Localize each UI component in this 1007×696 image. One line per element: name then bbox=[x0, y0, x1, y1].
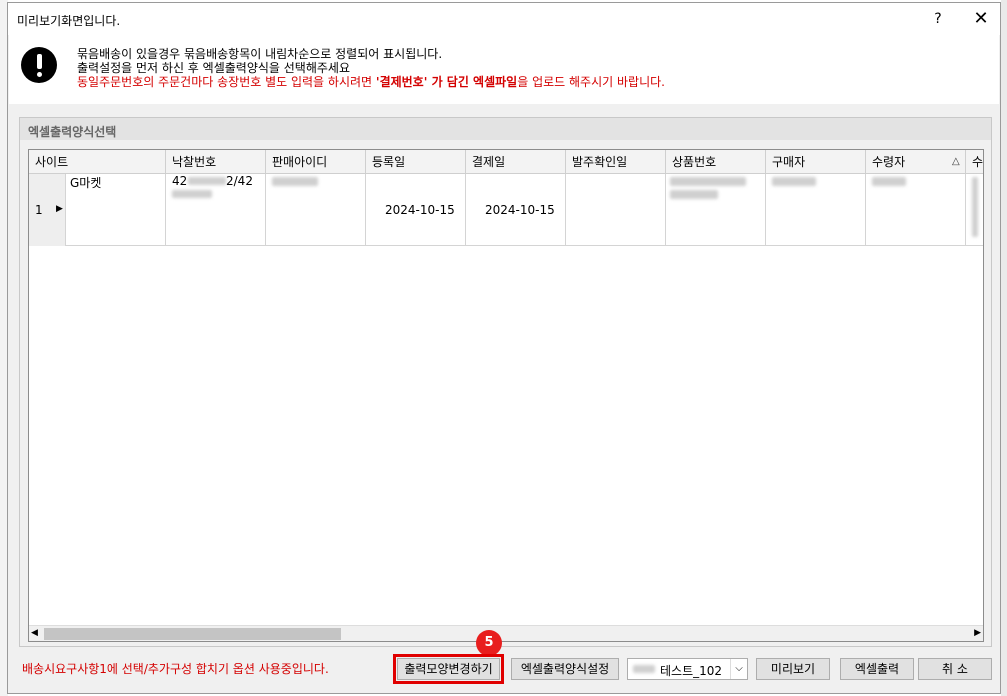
option-notice: 배송시요구사항1에 선택/추가구성 합치기 옵션 사용중입니다. bbox=[22, 662, 329, 676]
table-row[interactable]: 1 ▶ G마켓 42 2/42 2024-10-15 2024-10-15 bbox=[29, 174, 983, 246]
info-line-3: 동일주문번호의 주문건마다 송장번호 별도 입력을 하시려면 '결제번호' 가 … bbox=[77, 75, 665, 89]
preview-dialog: 미리보기화면입니다. ? ✕ 묶음배송이 있을경우 묶음배송항목이 내림차순으로… bbox=[7, 2, 1001, 694]
cell-seller-id[interactable] bbox=[266, 174, 366, 246]
excel-format-settings-button[interactable]: 엑셀출력양식설정 bbox=[511, 658, 619, 680]
cell-order-confirm-date[interactable] bbox=[566, 174, 666, 246]
chevron-down-icon[interactable]: ⌵ bbox=[730, 659, 747, 679]
redacted-seller-id bbox=[272, 177, 318, 186]
info-line-1: 묶음배송이 있을경우 묶음배송항목이 내림차순으로 정렬되어 표시됩니다. bbox=[77, 47, 443, 61]
template-select-value: 테스트_102 bbox=[660, 664, 723, 678]
row-index: 1 bbox=[35, 203, 43, 217]
info-line-3-text-a: 동일주문번호의 주문건마다 송장번호 별도 입력을 하시려면 bbox=[77, 75, 376, 89]
cell-site[interactable]: G마켓 bbox=[66, 174, 166, 246]
preview-button[interactable]: 미리보기 bbox=[756, 658, 830, 680]
cell-bid-number[interactable]: 42 2/42 bbox=[166, 174, 266, 246]
group-header: 엑셀출력양식선택 bbox=[20, 118, 991, 140]
cell-payment-date[interactable]: 2024-10-15 bbox=[466, 174, 566, 246]
group-title: 엑셀출력양식선택 bbox=[28, 125, 117, 139]
column-header-payment-date[interactable]: 결제일 bbox=[466, 150, 566, 174]
excel-format-group: 엑셀출력양식선택 사이트 낙찰번호 판매아이디 등록일 결제일 발주확인일 상품… bbox=[19, 117, 992, 647]
info-banner: 묶음배송이 있을경우 묶음배송항목이 내림차순으로 정렬되어 표시됩니다. 출력… bbox=[9, 35, 999, 104]
column-header-register-date[interactable]: 등록일 bbox=[366, 150, 466, 174]
order-grid[interactable]: 사이트 낙찰번호 판매아이디 등록일 결제일 발주확인일 상품번호 구매자 수령… bbox=[28, 149, 984, 642]
site-value: G마켓 bbox=[70, 176, 102, 190]
redacted-bid-number-line2 bbox=[172, 190, 212, 198]
close-button[interactable]: ✕ bbox=[966, 7, 996, 31]
redacted-product-number bbox=[670, 177, 746, 186]
redacted-more bbox=[972, 177, 978, 237]
bid-number-prefix: 42 bbox=[172, 174, 188, 188]
redacted-template-prefix bbox=[633, 665, 655, 673]
exclamation-icon bbox=[21, 47, 57, 83]
scroll-right-icon[interactable]: ▶ bbox=[974, 628, 981, 638]
redacted-bid-number bbox=[188, 177, 226, 185]
column-header-product-number[interactable]: 상품번호 bbox=[666, 150, 766, 174]
current-row-arrow-icon: ▶ bbox=[56, 204, 63, 214]
cell-buyer[interactable] bbox=[766, 174, 866, 246]
cell-more[interactable] bbox=[966, 174, 983, 246]
change-output-format-button[interactable]: 출력모양변경하기 bbox=[393, 654, 504, 684]
cancel-button[interactable]: 취 소 bbox=[918, 658, 992, 680]
horizontal-scrollbar[interactable]: ◀ ▶ bbox=[29, 625, 983, 641]
info-text: 묶음배송이 있을경우 묶음배송항목이 내림차순으로 정렬되어 표시됩니다. 출력… bbox=[77, 47, 665, 89]
help-button[interactable]: ? bbox=[928, 9, 948, 29]
dialog-title: 미리보기화면입니다. bbox=[17, 14, 121, 28]
background-app-right-edge bbox=[1001, 0, 1007, 696]
row-header[interactable]: 1 ▶ bbox=[29, 174, 66, 246]
info-line-2: 출력설정을 먼저 하신 후 엑셀출력양식을 선택해주세요 bbox=[77, 61, 350, 75]
redacted-buyer bbox=[772, 177, 816, 186]
column-header-seller-id[interactable]: 판매아이디 bbox=[266, 150, 366, 174]
scroll-left-icon[interactable]: ◀ bbox=[31, 628, 38, 638]
cell-register-date[interactable]: 2024-10-15 bbox=[366, 174, 466, 246]
payment-date-value: 2024-10-15 bbox=[485, 203, 555, 217]
bid-number-suffix: 2/42 bbox=[226, 174, 253, 188]
sort-asc-icon: △ bbox=[952, 156, 960, 167]
column-header-bid-number[interactable]: 낙찰번호 bbox=[166, 150, 266, 174]
title-bar: 미리보기화면입니다. ? ✕ bbox=[8, 3, 1000, 35]
redacted-recipient bbox=[872, 177, 906, 186]
info-line-3-emphasis: '결제번호' 가 담긴 엑셀파일 bbox=[375, 75, 518, 89]
info-line-3-text-c: 을 업로드 해주시기 바랍니다. bbox=[517, 75, 665, 89]
column-header-site[interactable]: 사이트 bbox=[29, 150, 166, 174]
cell-recipient[interactable] bbox=[866, 174, 966, 246]
cell-product-number[interactable] bbox=[666, 174, 766, 246]
column-header-recipient[interactable]: 수령자 bbox=[866, 150, 966, 174]
scroll-thumb[interactable] bbox=[44, 628, 341, 640]
step-badge: 5 bbox=[476, 630, 502, 656]
redacted-product-number-line2 bbox=[670, 190, 718, 199]
column-header-order-confirm-date[interactable]: 발주확인일 bbox=[566, 150, 666, 174]
column-header-buyer[interactable]: 구매자 bbox=[766, 150, 866, 174]
column-header-more[interactable]: 수 bbox=[966, 150, 983, 174]
register-date-value: 2024-10-15 bbox=[385, 203, 455, 217]
grid-header: 사이트 낙찰번호 판매아이디 등록일 결제일 발주확인일 상품번호 구매자 수령… bbox=[29, 150, 983, 174]
excel-export-button[interactable]: 엑셀출력 bbox=[840, 658, 914, 680]
template-select[interactable]: 테스트_102 ⌵ bbox=[627, 658, 748, 680]
